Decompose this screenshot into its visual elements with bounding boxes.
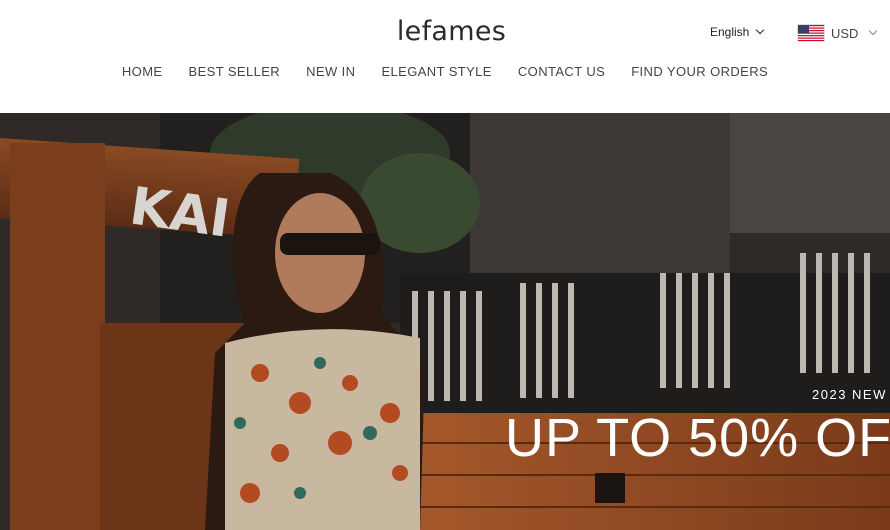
hero-kicker: 2023 NEW	[812, 387, 887, 402]
nav-item-best-seller[interactable]: BEST SELLER	[189, 64, 281, 79]
hero-banner[interactable]: KAI 2023 NEW UP TO 50% OF	[0, 113, 890, 530]
nav-item-home[interactable]: HOME	[122, 64, 163, 79]
chevron-down-icon	[869, 26, 878, 36]
nav-item-elegant-style[interactable]: ELEGANT STYLE	[381, 64, 491, 79]
main-nav: HOME BEST SELLER NEW IN ELEGANT STYLE CO…	[0, 64, 890, 79]
nav-item-find-your-orders[interactable]: FIND YOUR ORDERS	[631, 64, 768, 79]
language-label: English	[710, 25, 750, 39]
chevron-down-icon	[756, 25, 765, 35]
hero-headline: UP TO 50% OF	[505, 408, 890, 468]
currency-selector[interactable]: USD	[797, 24, 878, 42]
us-flag-icon	[797, 24, 825, 42]
site-header: lefames English USD HOME BEST SELLER NEW…	[0, 0, 890, 113]
nav-item-new-in[interactable]: NEW IN	[306, 64, 355, 79]
language-selector[interactable]: English	[710, 25, 765, 39]
currency-label: USD	[831, 25, 859, 41]
nav-item-contact-us[interactable]: CONTACT US	[518, 64, 605, 79]
